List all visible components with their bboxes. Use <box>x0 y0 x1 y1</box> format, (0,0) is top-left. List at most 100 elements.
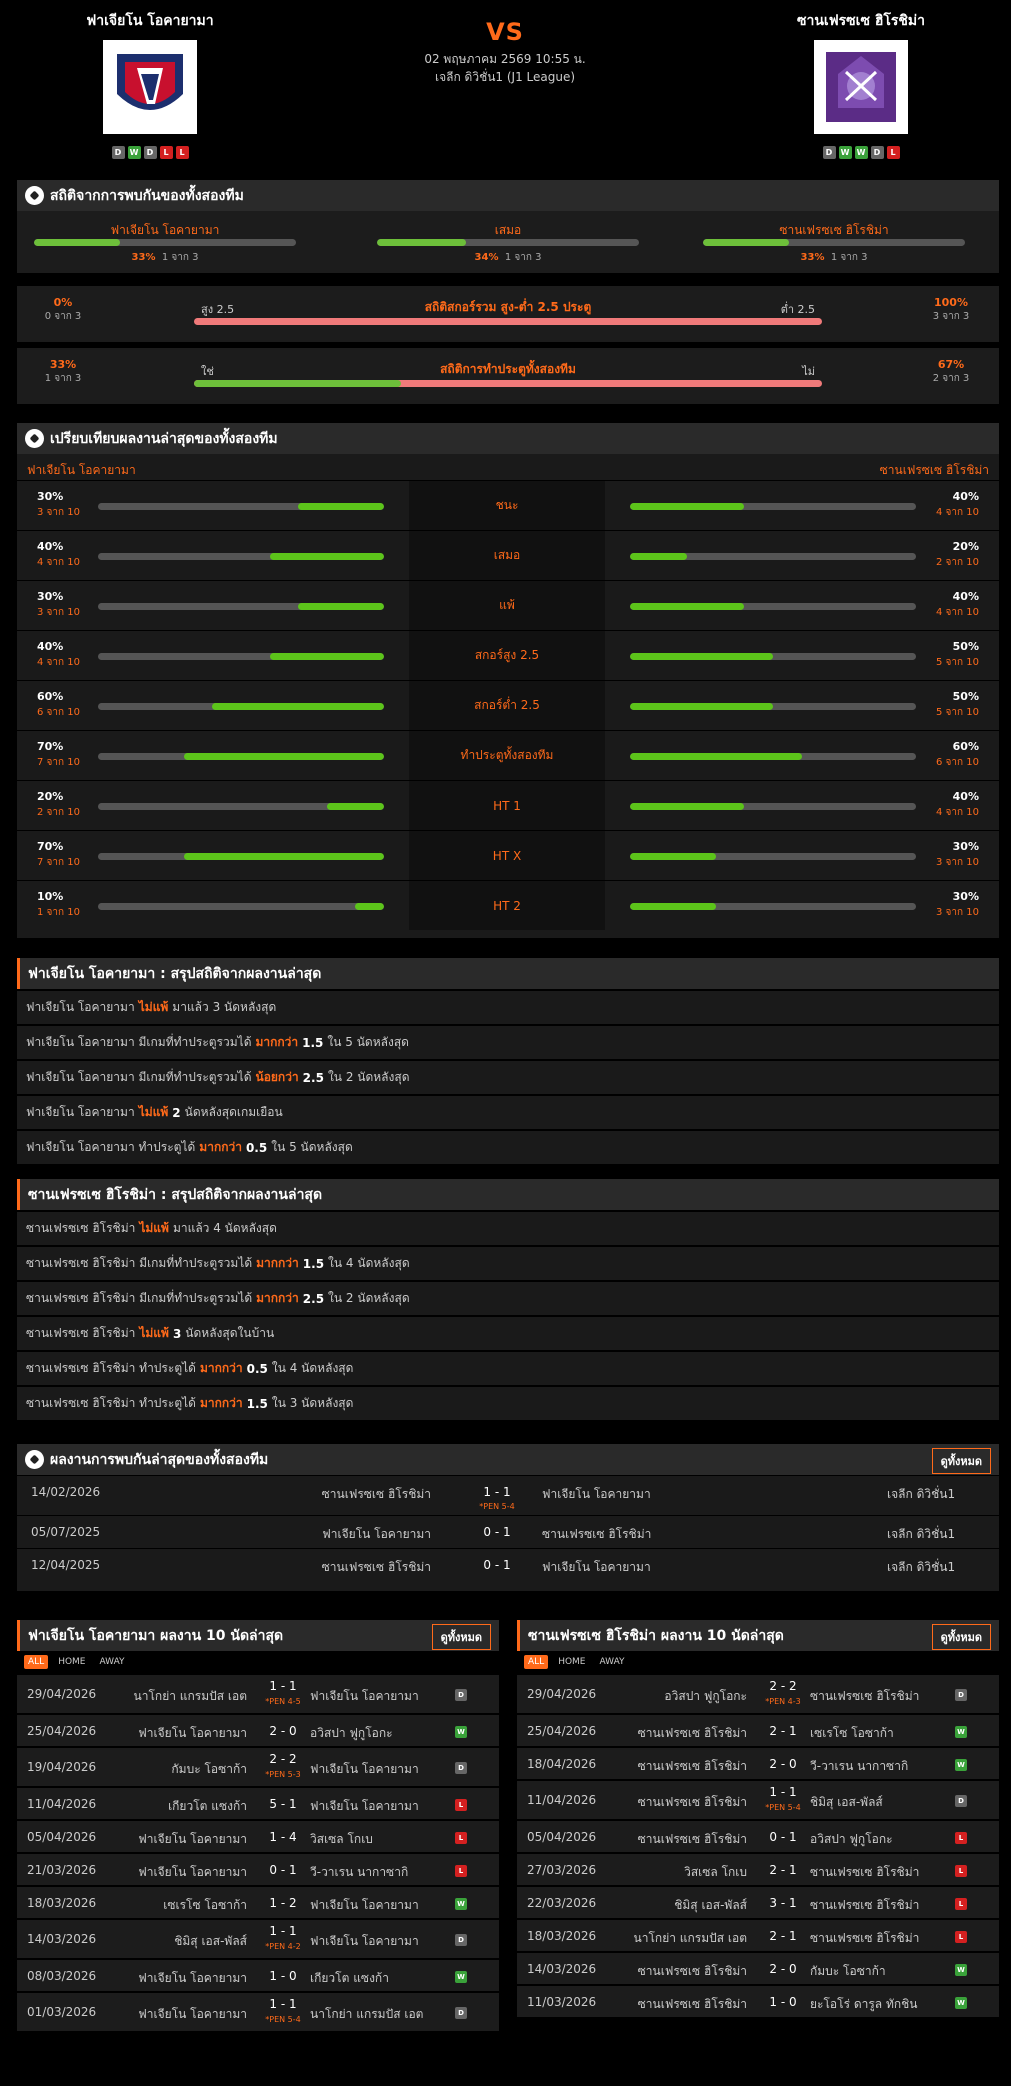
match-date: 11/04/2026 <box>527 1793 597 1807</box>
away-team-name[interactable]: ซานเฟรซเซ ฮิโรชิม่า <box>751 10 971 30</box>
bar-fill <box>377 239 467 246</box>
summary-highlight: ไม่แพ้ <box>138 1000 169 1014</box>
away-stat-count: 2 จาก 10 <box>936 557 979 568</box>
h2h-stats-title: สถิติจากการพบกันของทั้งสองทีม <box>50 187 244 204</box>
home-team[interactable]: ฟาเจียโน โอคายามา DWDLL <box>40 10 260 159</box>
tab-home[interactable]: HOME <box>54 1655 89 1669</box>
form-badge: W <box>127 146 141 159</box>
home-last10-see-all-button[interactable]: ดูทั้งหมด <box>431 1624 491 1650</box>
soccer-ball-icon <box>25 1450 44 1469</box>
summary-text: ซานเฟรซเซ ฮิโรชิม่า มีเกมที่ทำประตูรวมได… <box>26 1256 253 1270</box>
home-stat-count: 3 จาก 10 <box>37 607 80 618</box>
list-item[interactable]: 29/04/2026 อวิสปา ฟูกูโอกะ 2 - 2 *PEN 4-3 ซา… <box>517 1673 999 1713</box>
away-last10-tabs: ALL HOME AWAY <box>517 1651 999 1673</box>
table-row[interactable]: 05/07/2025 ฟาเจียโน โอคายามา 0 - 1 ซานเฟรซเ… <box>17 1515 999 1548</box>
home-stat: 40% 4 จาก 10 <box>37 539 80 571</box>
away-stat: 50% 5 จาก 10 <box>936 689 979 721</box>
list-item[interactable]: 22/03/2026 ชิมิสุ เอส-พัลส์ 3 - 1 ซานเฟรซเซ… <box>517 1885 999 1918</box>
away-stat-count: 4 จาก 10 <box>936 507 979 518</box>
away-stat: 40% 4 จาก 10 <box>936 789 979 821</box>
home-stat-bar <box>98 553 384 560</box>
list-item[interactable]: 29/04/2026 นาโกย่า แกรมปัส เอต 1 - 1 *PEN 4… <box>17 1673 499 1713</box>
list-item[interactable]: 11/04/2026 ซานเฟรซเซ ฮิโรชิม่า 1 - 1 *PEN 5… <box>517 1779 999 1819</box>
home-team-name[interactable]: ฟาเจียโน โอคายามา <box>40 10 260 30</box>
list-item[interactable]: 18/03/2026 เซเรโซ โอซาก้า 1 - 2 ฟาเจียโน โอ… <box>17 1885 499 1918</box>
home-stat: 20% 2 จาก 10 <box>37 789 80 821</box>
table-row[interactable]: 14/02/2026 ซานเฟรซเซ ฮิโรชิม่า 1 - 1 *PEN 5… <box>17 1475 999 1515</box>
match-date: 27/03/2026 <box>527 1863 597 1877</box>
h2h-see-all-button[interactable]: ดูทั้งหมด <box>931 1448 991 1474</box>
home-team-name: ซานเฟรซเซ ฮิโรชิม่า <box>321 1560 431 1574</box>
summary-row: ฟาเจียโน โอคายามา ไม่แพ้ มาแล้ว 3 นัดหลังส… <box>17 989 999 1024</box>
compare-home-name[interactable]: ฟาเจียโน โอคายามา <box>27 461 136 480</box>
compare-away-name[interactable]: ซานเฟรซเซ ฮิโรชิม่า <box>880 461 989 480</box>
list-item[interactable]: 21/03/2026 ฟาเจียโน โอคายามา 0 - 1 วี-วาเรน… <box>17 1852 499 1885</box>
home-stat: 10% 1 จาก 10 <box>37 889 80 921</box>
tab-away[interactable]: AWAY <box>96 1655 129 1669</box>
list-item[interactable]: 11/04/2026 เกียวโต แซงก้า 5 - 1 ฟาเจียโน โอ… <box>17 1786 499 1819</box>
match-date: 12/04/2025 <box>31 1558 101 1572</box>
match-league[interactable]: เจลีก ดิวิชั่น1 (J1 League) <box>355 68 655 86</box>
home-team-name: ซานเฟรซเซ ฮิโรชิม่า <box>321 1487 431 1501</box>
result-badge: D <box>955 1689 967 1701</box>
result-badge: L <box>955 1931 967 1943</box>
summary-number: 0.5 <box>246 1361 268 1376</box>
h2h-results-header: ผลงานการพบกันล่าสุดของทั้งสองทีม ดูทั้งห… <box>17 1444 999 1475</box>
penalty-score: *PEN 4-2 <box>265 1942 301 1951</box>
away-last10-header: ซานเฟรซเซ ฮิโรชิม่า ผลงาน 10 นัดล่าสุด ด… <box>517 1620 999 1651</box>
match-score: 0 - 1 <box>769 1830 797 1844</box>
tab-all[interactable]: ALL <box>524 1655 549 1669</box>
tab-home[interactable]: HOME <box>554 1655 589 1669</box>
summary-text: ฟาเจียโน โอคายามา ทำประตูได้ <box>26 1140 196 1154</box>
form-badge: D <box>111 146 125 159</box>
list-item[interactable]: 18/03/2026 นาโกย่า แกรมปัส เอต 2 - 1 ซานเฟร… <box>517 1918 999 1951</box>
list-item[interactable]: 27/03/2026 วิสเซล โกเบ 2 - 1 ซานเฟรซเซ ฮิโร… <box>517 1852 999 1885</box>
away-stat-bar-fill <box>630 753 802 760</box>
home-stat-bar-fill <box>269 553 384 560</box>
h2h-stats-panel: สถิติจากการพบกันของทั้งสองทีม ฟาเจียโน โ… <box>17 180 999 404</box>
away-team-name: เกียวโต แซงก้า <box>310 1971 389 1985</box>
list-item[interactable]: 14/03/2026 ซานเฟรซเซ ฮิโรชิม่า 2 - 0 กัมบะ … <box>517 1951 999 1984</box>
tab-all[interactable]: ALL <box>24 1655 49 1669</box>
list-item[interactable]: 08/03/2026 ฟาเจียโน โอคายามา 1 - 0 เกียวโต … <box>17 1958 499 1991</box>
match-datetime: 02 พฤษภาคม 2569 10:55 น. <box>424 52 586 66</box>
tab-away[interactable]: AWAY <box>596 1655 629 1669</box>
form-badge: D <box>822 146 836 159</box>
summary-text: ซานเฟรซเซ ฮิโรชิม่า ทำประตูได้ <box>26 1361 196 1375</box>
away-stat-bar <box>630 503 916 510</box>
summary-highlight: มากกว่า <box>199 1396 243 1410</box>
form-badge: L <box>159 146 173 159</box>
compare-row-label: ทำประตูทั้งสองทีม <box>409 731 605 780</box>
table-row[interactable]: 12/04/2025 ซานเฟรซเซ ฮิโรชิม่า 0 - 1 ฟาเจีย… <box>17 1548 999 1581</box>
result-badge: W <box>955 1964 967 1976</box>
penalty-score: *PEN 4-3 <box>765 1697 801 1706</box>
list-item[interactable]: 14/03/2026 ชิมิสุ เอส-พัลส์ 1 - 1 *PEN 4-2 ฟ… <box>17 1918 499 1958</box>
away-stat-count: 3 จาก 10 <box>936 907 979 918</box>
home-stat: 70% 7 จาก 10 <box>37 739 80 771</box>
home-team-name: กัมบะ โอซาก้า <box>171 1762 247 1776</box>
match-score: 2 - 1 <box>769 1929 797 1943</box>
list-item[interactable]: 05/04/2026 ซานเฟรซเซ ฮิโรชิม่า 0 - 1 อวิสปา… <box>517 1819 999 1852</box>
list-item[interactable]: 25/04/2026 ซานเฟรซเซ ฮิโรชิม่า 2 - 1 เซเรโซ… <box>517 1713 999 1746</box>
summary-highlight: มากกว่า <box>199 1140 242 1154</box>
away-stat-bar <box>630 603 916 610</box>
away-team-name: ฟาเจียโน โอคายามา <box>542 1487 651 1501</box>
soccer-ball-icon <box>25 429 44 448</box>
home-team-name: ฟาเจียโน โอคายามา <box>322 1527 431 1541</box>
away-team[interactable]: ซานเฟรซเซ ฮิโรชิม่า DWWDL <box>751 10 971 159</box>
summary-text: มาแล้ว 3 นัดหลังสุด <box>172 1000 277 1014</box>
away-last10-see-all-button[interactable]: ดูทั้งหมด <box>931 1624 991 1650</box>
away-stat-pct: 40% <box>952 790 979 803</box>
list-item[interactable]: 05/04/2026 ฟาเจียโน โอคายามา 1 - 4 วิสเซล โ… <box>17 1819 499 1852</box>
list-item[interactable]: 01/03/2026 ฟาเจียโน โอคายามา 1 - 1 *PEN 5-4… <box>17 1991 499 2031</box>
list-item[interactable]: 19/04/2026 กัมบะ โอซาก้า 2 - 2 *PEN 5-3 ฟาเจ… <box>17 1746 499 1786</box>
list-item[interactable]: 25/04/2026 ฟาเจียโน โอคายามา 2 - 0 อวิสปา ฟ… <box>17 1713 499 1746</box>
list-item[interactable]: 11/03/2026 ซานเฟรซเซ ฮิโรชิม่า 1 - 0 ยะโอโร… <box>517 1984 999 2017</box>
match-header: ฟาเจียโน โอคายามา DWDLL VS 02 พฤษภาคม 25… <box>0 0 1011 178</box>
home-stat-bar <box>98 703 384 710</box>
match-date: 18/04/2026 <box>527 1757 597 1771</box>
away-stat-bar <box>630 903 916 910</box>
home-stat-count: 2 จาก 10 <box>37 807 80 818</box>
home-stat: 60% 6 จาก 10 <box>37 689 80 721</box>
list-item[interactable]: 18/04/2026 ซานเฟรซเซ ฮิโรชิม่า 2 - 0 วี-วาเ… <box>517 1746 999 1779</box>
